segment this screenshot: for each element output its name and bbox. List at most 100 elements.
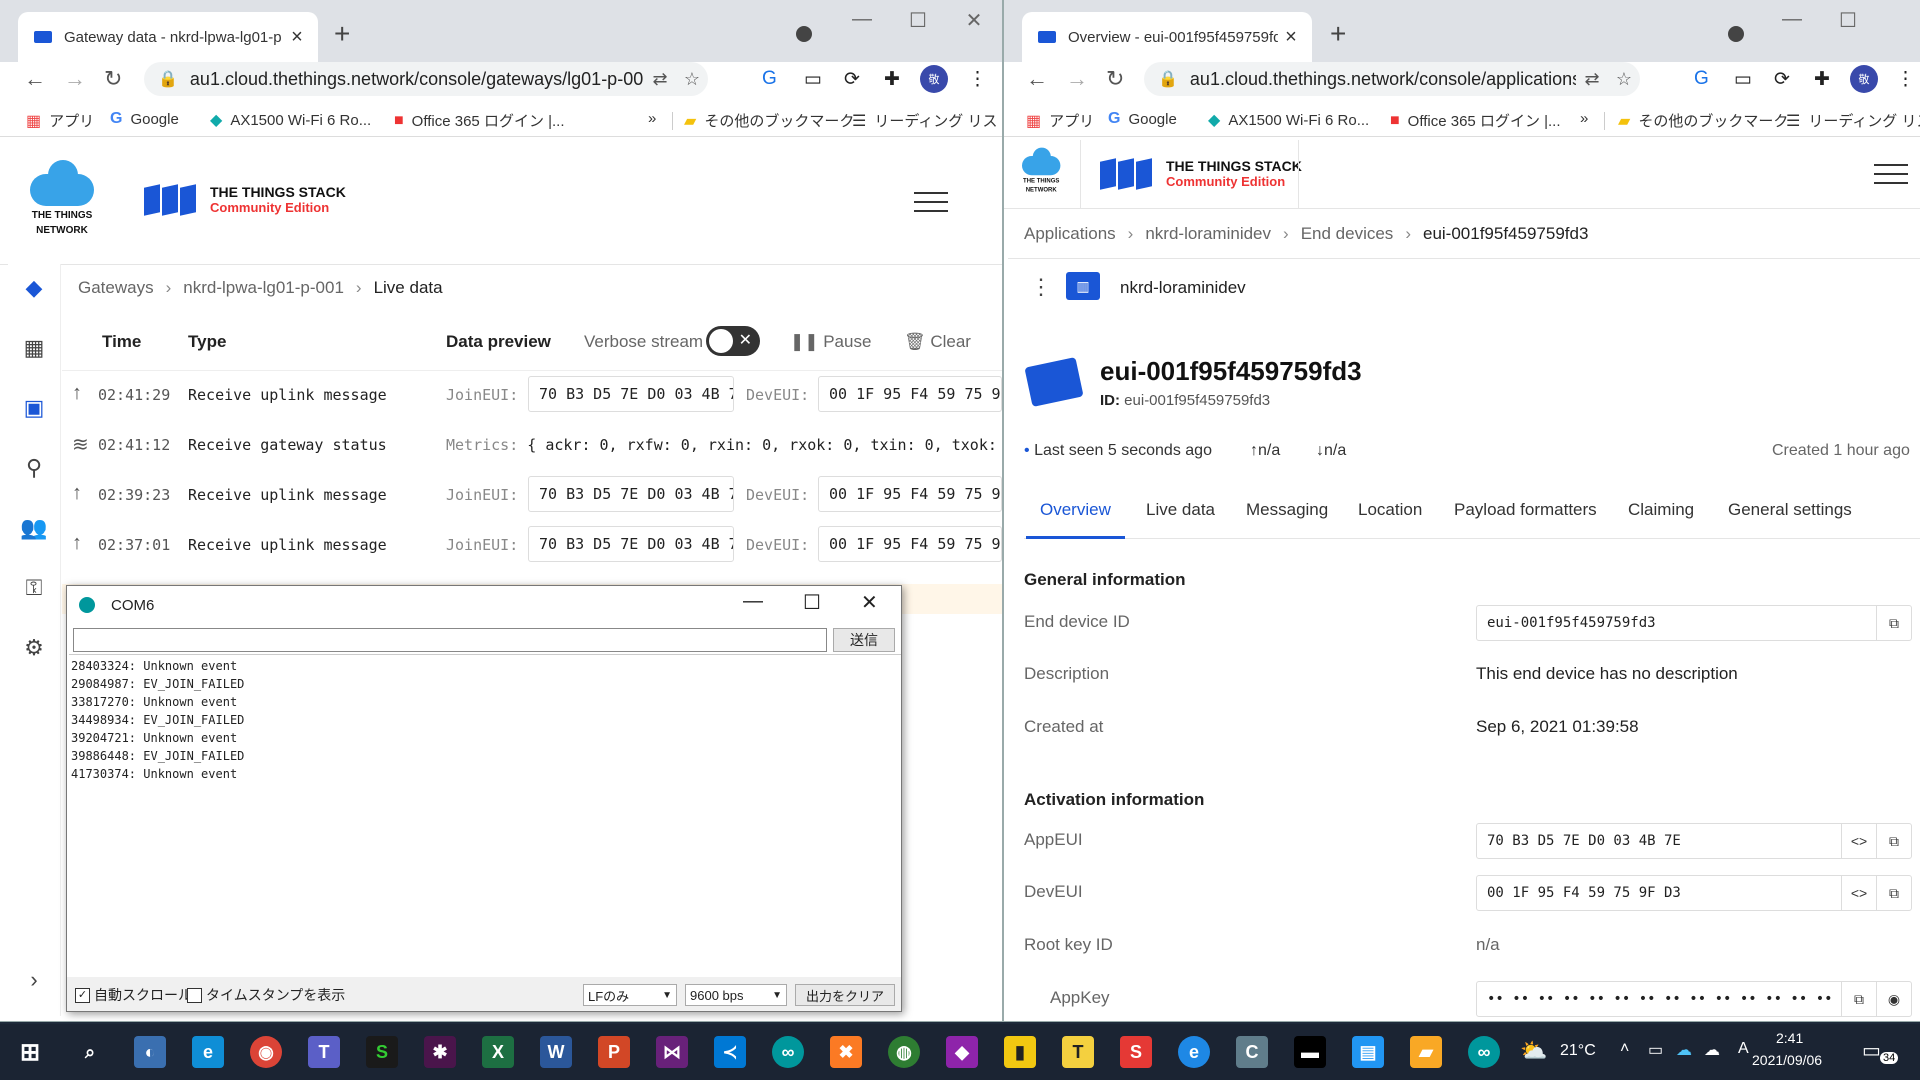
extensions-icon[interactable]: ✚	[884, 68, 900, 91]
crumb-end-devices[interactable]: End devices	[1301, 224, 1394, 244]
appeui-field[interactable]: 70 B3 D5 7E D0 03 4B 7E <> ⧉	[1476, 823, 1912, 859]
bookmark-star-icon[interactable]: ☆	[1608, 69, 1640, 90]
powerbi-icon[interactable]: ▮	[1004, 1036, 1036, 1068]
minimize-icon[interactable]: —	[743, 590, 763, 613]
google-translate-icon[interactable]: G	[762, 68, 777, 90]
google-translate-icon[interactable]: G	[1694, 68, 1709, 90]
ie-icon[interactable]: e	[1178, 1036, 1210, 1068]
joineui-chip[interactable]: 70 B3 D5 7E D0 03 4B 7E	[528, 526, 734, 562]
live-data-icon[interactable]: ▣	[18, 392, 50, 424]
search-icon[interactable]: ⌕	[74, 1036, 106, 1068]
bookmark-other[interactable]: ▰ その他のブックマーク	[1618, 110, 1788, 131]
profile-avatar[interactable]: 敬	[920, 65, 948, 93]
more-bookmarks-icon[interactable]: »	[648, 110, 656, 127]
line-ending-select[interactable]: LFのみ ▼	[583, 984, 677, 1006]
bookmark-google[interactable]: G Google	[1108, 110, 1177, 128]
joineui-chip[interactable]: 70 B3 D5 7E D0 03 4B 7E	[528, 376, 734, 412]
clear-button[interactable]: 🗑 Clear	[904, 332, 971, 352]
maximize-icon[interactable]: ☐	[803, 590, 821, 615]
back-icon[interactable]: ←	[24, 66, 46, 92]
tab-general-settings[interactable]: General settings	[1728, 500, 1852, 520]
tab-overview[interactable]: Overview	[1026, 500, 1125, 539]
app-icon[interactable]: C	[1236, 1036, 1268, 1068]
stack-logo[interactable]: THE THINGS STACK Community Edition	[1100, 157, 1302, 190]
menu-dots-icon[interactable]: ⋮	[968, 68, 987, 91]
byte-order-icon[interactable]: <>	[1841, 876, 1876, 910]
clock-date[interactable]: 2021/09/06	[1752, 1052, 1822, 1068]
windows-start-icon[interactable]: ⊞	[14, 1036, 46, 1068]
cast-icon[interactable]: ▭	[1734, 68, 1752, 91]
send-button[interactable]: 送信	[833, 628, 895, 652]
bookmark-office[interactable]: ■ Office 365 ログイン |...	[1390, 110, 1561, 131]
xampp-icon[interactable]: ✖	[830, 1036, 862, 1068]
ttn-logo[interactable]: THE THINGS NETWORK	[30, 160, 94, 236]
location-pin-icon[interactable]: ⚲	[18, 452, 50, 484]
eye-icon[interactable]: ◉	[1876, 982, 1911, 1016]
app-icon[interactable]: ◐	[134, 1036, 166, 1068]
copy-icon[interactable]: ⧉	[1841, 982, 1876, 1016]
tab-search-icon[interactable]	[1728, 26, 1744, 42]
bookmark-star-icon[interactable]: ☆	[676, 69, 708, 90]
bookmark-other[interactable]: ▰ その他のブックマーク	[684, 110, 854, 131]
byte-order-icon[interactable]: <>	[1841, 824, 1876, 858]
tab-claiming[interactable]: Claiming	[1628, 500, 1694, 520]
terminal-icon[interactable]: ▬	[1294, 1036, 1326, 1068]
kebab-menu-icon[interactable]: ⋮	[1030, 274, 1052, 300]
maximize-icon[interactable]: ☐	[1820, 8, 1876, 33]
tab-location[interactable]: Location	[1358, 500, 1422, 520]
new-tab-icon[interactable]: +	[334, 18, 350, 50]
cast-icon[interactable]: ▭	[804, 68, 822, 91]
table-row[interactable]: ≋ 02:41:12 Receive gateway status Metric…	[62, 422, 1002, 472]
copy-icon[interactable]: ⧉	[1876, 606, 1911, 640]
tab-payload-formatters[interactable]: Payload formatters	[1454, 500, 1597, 520]
crumb-applications[interactable]: Applications	[1024, 224, 1116, 244]
onedrive-icon[interactable]: ☁	[1676, 1040, 1692, 1060]
crumb-gateways[interactable]: Gateways	[78, 278, 154, 298]
address-bar[interactable]: 🔒 au1.cloud.thethings.network/console/ap…	[1144, 62, 1640, 96]
notepad-icon[interactable]: ▤	[1352, 1036, 1384, 1068]
bookmark-google[interactable]: G Google	[110, 110, 179, 128]
translate-icon[interactable]: ⇄	[644, 69, 676, 90]
visual-studio-icon[interactable]: ⋈	[656, 1036, 688, 1068]
tab-search-icon[interactable]	[796, 26, 812, 42]
notification-icon[interactable]: ▭	[1862, 1038, 1881, 1063]
ime-indicator[interactable]: A	[1738, 1040, 1749, 1058]
bookmark-router[interactable]: ◆ AX1500 Wi-Fi 6 Ro...	[210, 110, 371, 130]
translate-icon[interactable]: ⇄	[1576, 69, 1608, 90]
weather-icon[interactable]: ⛅	[1520, 1038, 1547, 1064]
ttn-logo[interactable]: THE THINGS NETWORK	[1022, 147, 1061, 193]
minimize-icon[interactable]: —	[834, 8, 890, 33]
cloud-icon[interactable]: ☁	[1704, 1040, 1720, 1060]
autoscroll-checkbox[interactable]: ✓ 自動スクロール	[75, 985, 192, 1005]
pause-button[interactable]: ❚❚ Pause	[790, 332, 871, 352]
stack-logo[interactable]: THE THINGS STACK Community Edition	[144, 183, 346, 216]
copy-icon[interactable]: ⧉	[1876, 876, 1911, 910]
word-icon[interactable]: W	[540, 1036, 572, 1068]
deveui-chip[interactable]: 00 1F 95 F4 59 75 9F D3	[818, 476, 1002, 512]
hamburger-menu-icon[interactable]	[914, 192, 948, 212]
browser-tab[interactable]: Overview - eui-001f95f459759fd3 ×	[1022, 12, 1312, 62]
baud-select[interactable]: 9600 bps ▼	[685, 984, 787, 1006]
app-icon[interactable]: S	[1120, 1036, 1152, 1068]
bookmark-apps[interactable]: ▦ アプリ	[1026, 110, 1094, 131]
menu-dots-icon[interactable]: ⋮	[1896, 68, 1915, 91]
reload-icon[interactable]: ↻	[1106, 66, 1124, 92]
forward-icon[interactable]: →	[64, 66, 86, 92]
hamburger-menu-icon[interactable]	[1874, 164, 1908, 184]
copy-icon[interactable]: ⧉	[1876, 824, 1911, 858]
file-explorer-icon[interactable]: ▰	[1410, 1036, 1442, 1068]
tab-live-data[interactable]: Live data	[1146, 500, 1215, 520]
arduino-icon[interactable]: ∞	[772, 1036, 804, 1068]
verbose-toggle[interactable]: ✕	[706, 326, 760, 356]
bookmark-office[interactable]: ■ Office 365 ログイン |...	[394, 110, 565, 131]
powerpoint-icon[interactable]: P	[598, 1036, 630, 1068]
deveui-chip[interactable]: 00 1F 95 F4 59 75 9F D3	[818, 526, 1002, 562]
maximize-icon[interactable]: ☐	[890, 8, 946, 33]
chevron-up-icon[interactable]: ˄	[1620, 1040, 1629, 1058]
timestamp-checkbox[interactable]: タイムスタンプを表示	[187, 985, 345, 1005]
serial-input[interactable]	[73, 628, 827, 652]
close-window-icon[interactable]: ✕	[946, 8, 1002, 33]
deveui-field[interactable]: 00 1F 95 F4 59 75 9F D3 <> ⧉	[1476, 875, 1912, 911]
collaborators-icon[interactable]: 👥	[18, 512, 50, 544]
battery-icon[interactable]: ▭	[1648, 1040, 1663, 1060]
